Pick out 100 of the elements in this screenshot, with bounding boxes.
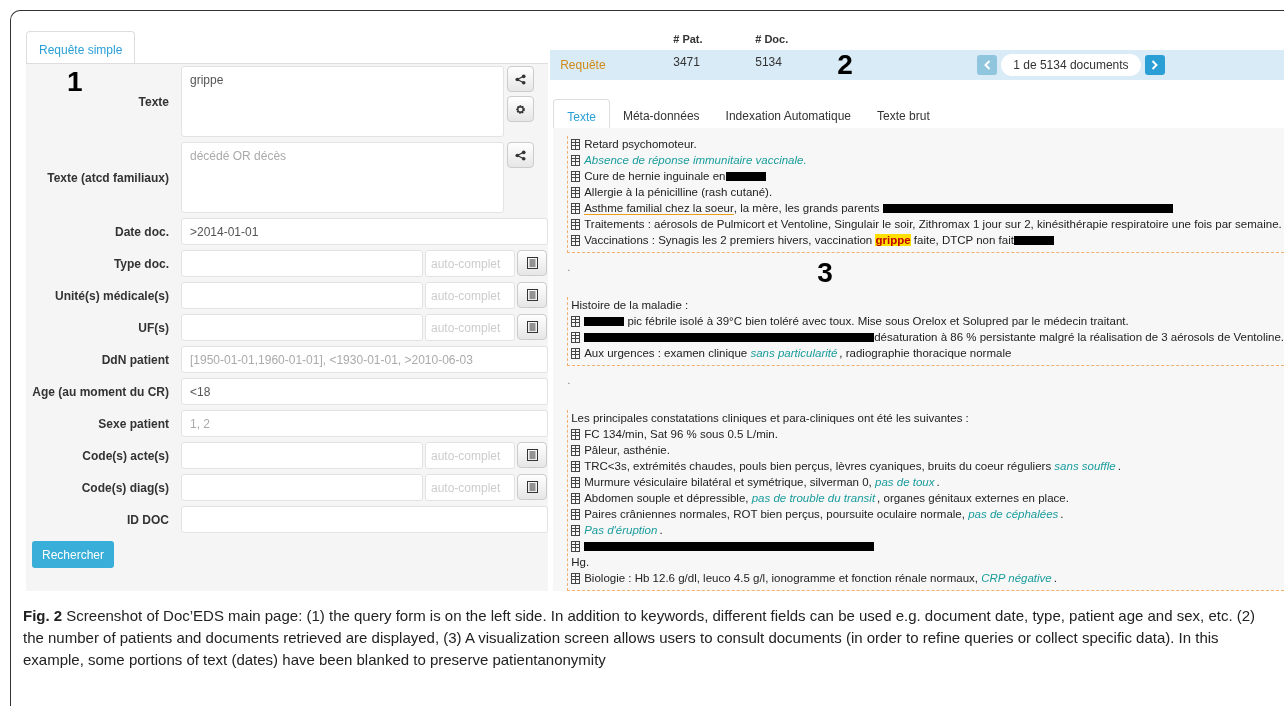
document-text: Retard psychomoteur.	[584, 137, 697, 152]
search-hit: grippe	[875, 234, 911, 246]
grid-icon	[571, 154, 581, 166]
document-text: Hg.	[571, 555, 590, 570]
document-text: faite, DTCP non fait	[912, 233, 1014, 248]
document-text: Biologie : Hb 12.6 g/dl, leuco 4.5 g/l, ionogramme et fonction rénale normaux,	[584, 571, 979, 586]
document-text: .	[1117, 459, 1121, 474]
field-label: Sexe patient	[97, 415, 170, 433]
document-text: désaturation à 86 % persistante malgré la réalisation de 3 aérosols de Ventoline.	[874, 330, 1284, 345]
document-text: , radiographie thoracique normale	[839, 346, 1012, 361]
list-button[interactable]	[517, 314, 547, 340]
next-button[interactable]	[1144, 55, 1165, 76]
field-label: Code(s) acte(s)	[81, 447, 170, 465]
share-icon	[515, 73, 526, 85]
grid-icon	[571, 476, 581, 488]
figure-caption: Fig. 2 Screenshot of Doc’EDS main page: (1) the query form is on the left side. In addition to keywords, different fields can be used e.g. document date, type, patient age and sex, etc. (2) the number of patients and documents retrieved are displayed, (3) A visualization screen allows users to consult documents (in order to refine queries or collect specific data). In this example, some portions of text (dates) have been blanked to preserve patientanonymity	[23, 606, 1257, 670]
field-label: UF(s)	[137, 319, 170, 337]
list-button[interactable]	[517, 442, 547, 468]
input-field[interactable]: 1, 2	[181, 410, 549, 437]
document-text: Aux urgences : examen clinique	[584, 346, 749, 361]
redaction-bar	[725, 172, 766, 182]
field-label: Texte (atcd familiaux)	[46, 169, 170, 187]
document-text: Les principales constatations cliniques et para-cliniques ont été les suivantes :	[571, 411, 969, 426]
input-field[interactable]	[181, 442, 423, 469]
document-text: .	[1060, 507, 1064, 522]
list-icon	[526, 257, 538, 269]
settings-button[interactable]	[507, 96, 534, 122]
field-label: ID DOC	[126, 511, 170, 529]
field-label: Type doc.	[112, 255, 170, 273]
chevron-right-icon	[1151, 60, 1159, 71]
document-text: FC 134/min, Sat 96 % sous 0.5 L/min.	[584, 427, 778, 442]
input-field[interactable]: <18	[181, 378, 549, 405]
annotation-number: 1	[67, 68, 83, 96]
negated-text: pas de toux	[875, 475, 936, 490]
share-button[interactable]	[507, 142, 534, 168]
document-tab[interactable]: Indexation Automatique	[712, 99, 865, 128]
grid-icon	[571, 492, 581, 504]
input-field[interactable]: [1950-01-01,1960-01-01], <1930-01-01, >2010-06-03	[181, 346, 549, 373]
share-button[interactable]	[507, 66, 534, 92]
column-header: # Pat.	[673, 32, 704, 48]
document-text: Murmure vésiculaire bilatéral et symétrique, silverman 0,	[584, 475, 873, 490]
document-text: .	[936, 475, 940, 490]
text-area[interactable]: grippe	[181, 66, 504, 137]
negated-text: pas de céphalées	[968, 507, 1060, 522]
input-field[interactable]	[181, 474, 423, 501]
document-text: pic fébrile isolé à 39°C bien toléré avec toux. Mise sous Orelox et Solupred par le médecin traitant.	[626, 314, 1129, 329]
document-text: Pâleur, asthénie.	[584, 443, 670, 458]
field-label: Age (au moment du CR)	[31, 383, 170, 401]
input-field[interactable]	[181, 250, 423, 277]
list-icon	[526, 449, 538, 461]
negated-text: sans particularité	[750, 346, 839, 361]
document-text: , organes génitaux externes en place.	[877, 491, 1069, 506]
annotation-number: 3	[817, 259, 833, 287]
document-tab[interactable]: Texte brut	[864, 99, 943, 128]
text-area[interactable]: décédé OR décès	[181, 142, 504, 213]
settings-icon	[515, 103, 526, 115]
input-field[interactable]: >2014-01-01	[181, 218, 549, 245]
family-history-text: Asthme familial chez la soeur	[584, 202, 734, 215]
grid-icon	[571, 540, 581, 552]
field-label: Code(s) diag(s)	[80, 479, 170, 497]
document-text: Paires crâniennes normales, ROT bien perçus, poursuite oculaire normale,	[584, 507, 966, 522]
input-field[interactable]	[181, 282, 423, 309]
field-label: Date doc.	[114, 223, 170, 241]
document-tab[interactable]: Méta-données	[609, 99, 713, 128]
grid-icon	[571, 460, 581, 472]
grid-icon	[571, 508, 581, 520]
grid-icon	[571, 347, 581, 359]
list-icon	[526, 289, 538, 301]
negated-text: Pas d'éruption	[584, 523, 659, 538]
grid-icon	[571, 315, 581, 327]
list-button[interactable]	[517, 250, 547, 276]
list-icon	[526, 481, 538, 493]
document-text: Allergie à la pénicilline (rash cutané).	[584, 185, 773, 200]
negated-text: sans souffle	[1054, 459, 1117, 474]
input-field[interactable]	[181, 314, 423, 341]
redaction-bar	[1013, 236, 1054, 246]
column-header: # Doc.	[755, 32, 790, 48]
grid-icon	[571, 572, 581, 584]
grid-icon	[571, 186, 581, 198]
document-text: Cure de hernie inguinale en	[584, 169, 726, 184]
field-label: Texte	[137, 93, 170, 111]
input-field[interactable]	[181, 506, 549, 533]
list-button[interactable]	[517, 474, 547, 500]
patient-count: 3471	[673, 54, 701, 72]
document-text: Abdomen souple et dépressible,	[584, 491, 750, 506]
share-icon	[515, 149, 526, 161]
field-label: Unité(s) médicale(s)	[53, 287, 170, 305]
document-text: .	[1053, 571, 1057, 586]
document-text: Histoire de la maladie :	[571, 298, 689, 313]
grid-icon	[571, 138, 581, 150]
grid-icon	[571, 444, 581, 456]
document-text: Traitements : aérosols de Pulmicort et Ventoline, Singulair le soir, Zithromax 1 jour sur 2, kinésithérapie respiratoire une fois par semaine.	[584, 217, 1282, 232]
document-text: , la mère, les grands parents	[733, 201, 881, 216]
grid-icon	[571, 170, 581, 182]
separator-dot: .	[567, 373, 572, 388]
document-text: TRC<3s, extrémités chaudes, pouls bien perçus, lèvres cyaniques, bruits du coeur réguliers	[584, 459, 1053, 474]
list-button[interactable]	[517, 282, 547, 308]
field-label: DdN patient	[100, 351, 170, 369]
redaction-bar	[584, 317, 625, 327]
grid-icon	[571, 218, 581, 230]
